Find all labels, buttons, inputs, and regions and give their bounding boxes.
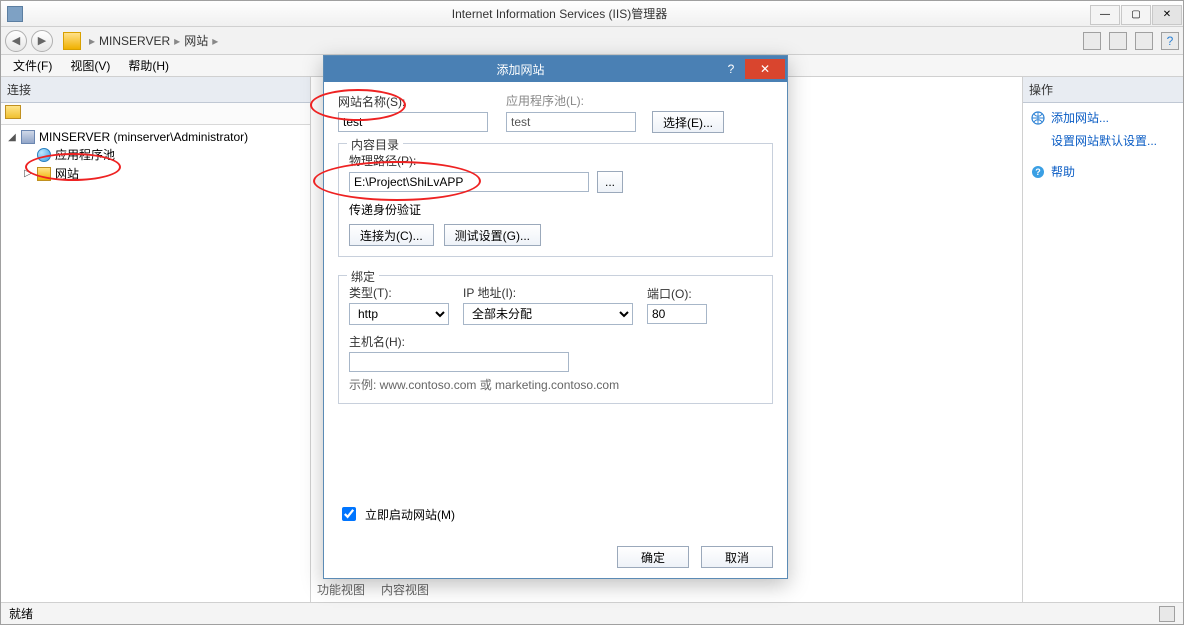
action-add-website-label: 添加网站... [1051, 109, 1109, 126]
tree-label-server: MINSERVER (minserver\Administrator) [39, 130, 248, 144]
nav-tool-icon-3[interactable] [1135, 32, 1153, 50]
maximize-button[interactable]: ▢ [1121, 5, 1151, 25]
tree-node-apppools[interactable]: 应用程序池 [3, 145, 308, 164]
titlebar: Internet Information Services (IIS)管理器 —… [1, 1, 1183, 27]
breadcrumb[interactable]: ▸ MINSERVER ▸ 网站 ▸ [89, 32, 218, 49]
statusbar: 就绪 [1, 602, 1183, 624]
dialog-titlebar: 添加网站 ? ✕ [324, 56, 787, 82]
dialog-body: 网站名称(S): 应用程序池(L): 选择(E)... 内容目录 物理路径(P)… [324, 82, 787, 536]
physical-path-label: 物理路径(P): [349, 154, 416, 168]
help-icon: ? [1031, 165, 1045, 179]
binding-port-label: 端口(O): [647, 285, 707, 302]
site-name-label: 网站名称(S): [338, 93, 488, 110]
binding-type-label: 类型(T): [349, 284, 449, 301]
binding-port-input[interactable] [647, 304, 707, 324]
nav-forward-button[interactable]: ▶ [31, 30, 53, 52]
connections-tree[interactable]: ◢ MINSERVER (minserver\Administrator) 应用… [1, 125, 310, 602]
content-directory-legend: 内容目录 [347, 136, 403, 153]
actions-header: 操作 [1023, 77, 1183, 103]
action-set-defaults[interactable]: 设置网站默认设置... [1031, 132, 1175, 149]
add-website-dialog: 添加网站 ? ✕ 网站名称(S): 应用程序池(L): 选择(E)... [323, 55, 788, 579]
actions-panel: 操作 添加网站... 设置网站默认设置... ? 帮助 [1023, 77, 1183, 602]
cancel-button[interactable]: 取消 [701, 546, 773, 568]
navbar: ◀ ▶ ▸ MINSERVER ▸ 网站 ▸ ? [1, 27, 1183, 55]
select-apppool-button[interactable]: 选择(E)... [652, 111, 724, 133]
breadcrumb-server[interactable]: MINSERVER [99, 34, 170, 48]
binding-host-example: 示例: www.contoso.com 或 marketing.contoso.… [349, 376, 762, 393]
app-pool-input [506, 112, 636, 132]
passthrough-auth-label: 传递身份验证 [349, 201, 762, 218]
globe-icon [1031, 111, 1045, 125]
start-immediately-row: 立即启动网站(M) [338, 504, 773, 524]
binding-ip-select[interactable]: 全部未分配 [463, 303, 633, 325]
menu-file[interactable]: 文件(F) [5, 55, 60, 76]
connections-toolbar [1, 103, 310, 125]
app-window: Internet Information Services (IIS)管理器 —… [0, 0, 1184, 625]
window-title: Internet Information Services (IIS)管理器 [29, 5, 1090, 22]
menu-view[interactable]: 视图(V) [62, 55, 118, 76]
binding-legend: 绑定 [347, 268, 379, 285]
server-icon [21, 130, 35, 144]
dialog-close-button[interactable]: ✕ [745, 59, 785, 79]
chevron-right-icon: ▸ [89, 34, 95, 48]
breadcrumb-sites[interactable]: 网站 [184, 32, 208, 49]
tree-label-apppools: 应用程序池 [55, 146, 115, 163]
binding-host-label: 主机名(H): [349, 333, 762, 350]
nav-tool-icon-2[interactable] [1109, 32, 1127, 50]
actions-list: 添加网站... 设置网站默认设置... ? 帮助 [1023, 103, 1183, 186]
nav-tool-icon-1[interactable] [1083, 32, 1101, 50]
home-icon[interactable] [63, 32, 81, 50]
connect-as-button[interactable]: 连接为(C)... [349, 224, 434, 246]
close-button[interactable]: ✕ [1152, 5, 1182, 25]
dialog-footer: 确定 取消 [324, 536, 787, 578]
browse-path-button[interactable]: ... [597, 171, 623, 193]
binding-host-input[interactable] [349, 352, 569, 372]
action-help[interactable]: ? 帮助 [1031, 163, 1175, 180]
ok-button[interactable]: 确定 [617, 546, 689, 568]
tab-features-view[interactable]: 功能视图 [317, 581, 365, 598]
app-pool-label: 应用程序池(L): [506, 92, 724, 109]
statusbar-tray-icon[interactable] [1159, 606, 1175, 622]
apppool-icon [37, 148, 51, 162]
tab-content-view[interactable]: 内容视图 [381, 581, 429, 598]
window-control-buttons: — ▢ ✕ [1090, 3, 1183, 25]
test-settings-button[interactable]: 测试设置(G)... [444, 224, 541, 246]
binding-group: 绑定 类型(T): http IP 地址(I): 全部未分配 [338, 275, 773, 404]
tree-node-server[interactable]: ◢ MINSERVER (minserver\Administrator) [3, 129, 308, 145]
svg-text:?: ? [1035, 167, 1041, 177]
tree-node-sites[interactable]: ▷ 网站 [3, 164, 308, 183]
action-add-website[interactable]: 添加网站... [1031, 109, 1175, 126]
start-immediately-checkbox[interactable] [342, 507, 356, 521]
chevron-right-icon: ▸ [212, 34, 218, 48]
expander-icon[interactable]: ◢ [7, 132, 17, 143]
site-name-input[interactable] [338, 112, 488, 132]
connections-panel: 连接 ◢ MINSERVER (minserver\Administrator)… [1, 77, 311, 602]
start-immediately-label: 立即启动网站(M) [365, 506, 455, 523]
dialog-title: 添加网站 [324, 61, 717, 78]
binding-type-select[interactable]: http [349, 303, 449, 325]
sites-icon [37, 167, 51, 181]
status-ready: 就绪 [9, 605, 33, 622]
menu-help[interactable]: 帮助(H) [120, 55, 177, 76]
binding-ip-label: IP 地址(I): [463, 284, 633, 301]
action-help-label: 帮助 [1051, 163, 1075, 180]
nav-back-button[interactable]: ◀ [5, 30, 27, 52]
dialog-help-button[interactable]: ? [717, 59, 745, 79]
row-sitename-apppool: 网站名称(S): 应用程序池(L): 选择(E)... [338, 92, 773, 133]
new-connection-icon[interactable] [5, 105, 21, 119]
app-icon [7, 6, 23, 22]
center-view-tabs: 功能视图 内容视图 [317, 581, 429, 598]
tree-label-sites: 网站 [55, 165, 79, 182]
physical-path-input[interactable] [349, 172, 589, 192]
minimize-button[interactable]: — [1090, 5, 1120, 25]
connections-header: 连接 [1, 77, 310, 103]
chevron-right-icon: ▸ [174, 34, 180, 48]
expander-icon[interactable]: ▷ [23, 168, 33, 179]
nav-help-icon[interactable]: ? [1161, 32, 1179, 50]
content-directory-group: 内容目录 物理路径(P): ... 传递身份验证 连接为(C)... 测试设置(… [338, 143, 773, 257]
